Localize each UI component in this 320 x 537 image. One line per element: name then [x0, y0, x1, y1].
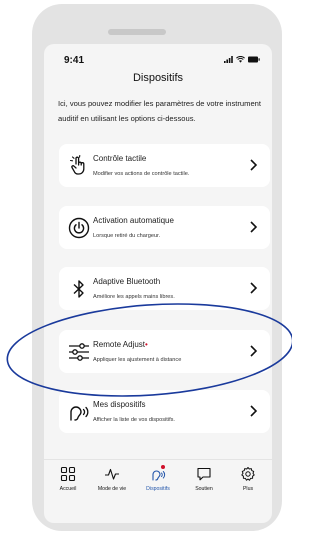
highlight-ellipse [6, 303, 292, 397]
